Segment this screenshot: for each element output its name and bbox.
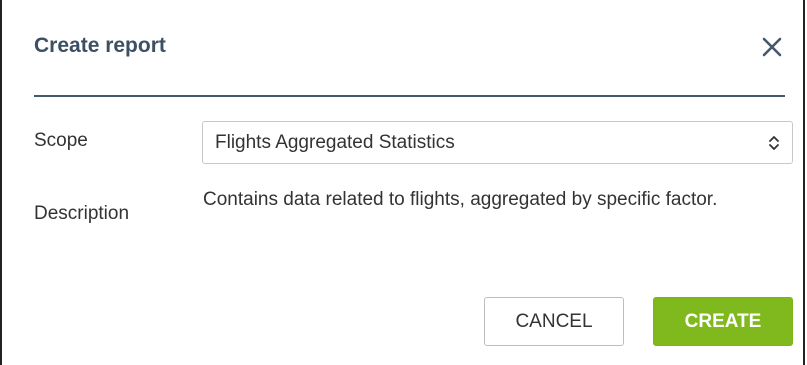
description-text: Contains data related to flights, aggreg… [203,189,718,210]
description-label: Description [34,203,130,224]
cancel-button[interactable]: CANCEL [484,297,624,346]
close-button[interactable] [755,30,789,64]
create-report-dialog: Create report Scope Flights Aggregated S… [0,0,805,365]
scope-select-value: Flights Aggregated Statistics [215,132,455,153]
updown-caret-icon [769,136,779,150]
create-button[interactable]: CREATE [653,297,793,346]
header-divider [34,95,785,97]
scope-label: Scope [34,130,88,151]
dialog-title: Create report [34,34,166,57]
scope-select[interactable]: Flights Aggregated Statistics [202,121,793,164]
close-icon [762,37,782,57]
